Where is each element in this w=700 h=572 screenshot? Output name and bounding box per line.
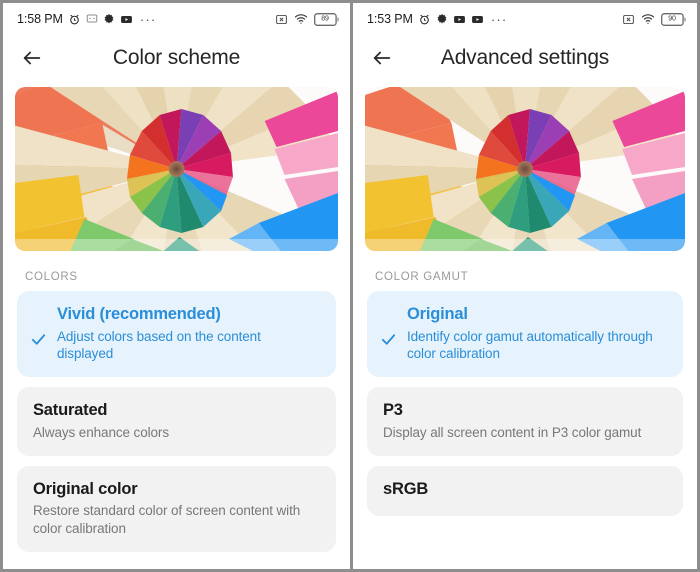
hero-image-colored-pencils (15, 87, 338, 251)
option-title: Vivid (recommended) (57, 305, 221, 323)
status-bar-right: 89 (275, 12, 340, 26)
option-description: Identify color gamut automatically throu… (407, 328, 653, 362)
back-arrow-icon (23, 51, 41, 65)
battery-indicator: 90 (661, 12, 687, 26)
colored-pencils-illustration (365, 87, 685, 251)
dnd-icon (623, 14, 634, 24)
page-title: Advanced settings (440, 46, 610, 69)
status-bar: 1:53 PM ··· 90 (353, 3, 697, 35)
wifi-icon (641, 14, 655, 24)
back-arrow-icon (373, 51, 391, 65)
section-label-color-gamut: COLOR GAMUT (375, 271, 469, 283)
message-icon (86, 14, 98, 23)
dnd-icon (276, 14, 287, 24)
battery-level-text: 90 (668, 15, 676, 23)
video-icon (453, 15, 465, 23)
option-title: Original color (33, 479, 138, 498)
dual-phone-screenshot: 1:58 PM ··· 89 Color scheme COLORS Vivid… (0, 0, 700, 572)
back-button[interactable] (367, 43, 397, 73)
option-description: Restore standard color of screen content… (33, 503, 301, 537)
option-card-vivid[interactable]: Vivid (recommended) Adjust colors based … (17, 291, 336, 378)
phone-panel-color-scheme: 1:58 PM ··· 89 Color scheme COLORS Vivid… (0, 0, 350, 572)
phone-panel-advanced-settings: 1:53 PM ··· 90 Advanced settings COLOR G… (350, 0, 700, 572)
status-bar-left: 1:53 PM ··· (367, 12, 622, 26)
option-description: Adjust colors based on the content displ… (57, 328, 261, 362)
option-title: P3 (383, 401, 403, 420)
colored-pencils-illustration (15, 87, 338, 251)
option-description: Display all screen content in P3 color g… (383, 424, 642, 440)
option-title: Saturated (33, 401, 108, 420)
option-card-srgb[interactable]: sRGB (367, 465, 683, 517)
option-card-saturated[interactable]: Saturated Always enhance colors (17, 387, 336, 456)
status-time: 1:58 PM (17, 12, 63, 26)
option-card-p3[interactable]: P3 Display all screen content in P3 colo… (367, 387, 683, 456)
video-icon (471, 15, 483, 23)
status-overflow-dots: ··· (139, 11, 157, 27)
options-list: Original Identify color gamut automatica… (353, 291, 697, 517)
gear-icon (104, 13, 114, 24)
toolbar: Color scheme (3, 35, 350, 81)
check-icon (31, 334, 46, 345)
status-bar-right: 90 (622, 12, 687, 26)
page-title: Color scheme (112, 46, 241, 69)
battery-level-text: 89 (321, 15, 329, 23)
option-title: Original (407, 305, 468, 323)
hero-image-colored-pencils (365, 87, 685, 251)
status-time: 1:53 PM (367, 12, 413, 26)
status-bar-left: 1:58 PM ··· (17, 12, 275, 26)
video-icon (120, 15, 132, 23)
option-card-original[interactable]: Original Identify color gamut automatica… (367, 291, 683, 378)
alarm-clock-icon (420, 14, 429, 24)
back-button[interactable] (17, 43, 47, 73)
section-label-colors: COLORS (25, 271, 78, 283)
status-overflow-dots: ··· (490, 11, 508, 27)
battery-indicator: 89 (314, 12, 340, 26)
option-description: Always enhance colors (33, 424, 169, 440)
options-list: Vivid (recommended) Adjust colors based … (3, 291, 350, 552)
option-card-original-color[interactable]: Original color Restore standard color of… (17, 465, 336, 552)
alarm-clock-icon (70, 14, 79, 24)
check-icon (381, 334, 396, 345)
wifi-icon (294, 14, 308, 24)
status-bar: 1:58 PM ··· 89 (3, 3, 350, 35)
option-title: sRGB (383, 479, 429, 498)
gear-icon (437, 13, 447, 24)
toolbar: Advanced settings (353, 35, 697, 81)
